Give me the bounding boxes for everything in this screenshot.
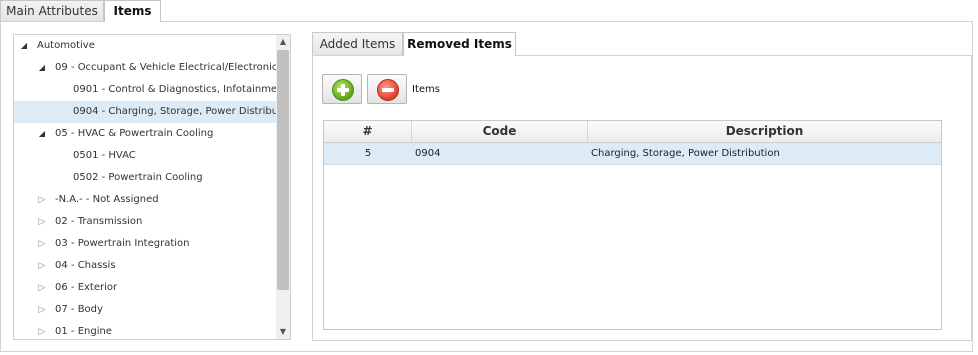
add-item-button[interactable] xyxy=(322,74,362,104)
column-header-code[interactable]: Code xyxy=(412,121,588,142)
row-number-cell: 5 xyxy=(364,148,372,159)
tree-item-label: 0502 - Powertrain Cooling xyxy=(73,172,203,183)
expanded-arrow-icon[interactable]: ◢ xyxy=(37,123,47,145)
tree-item[interactable]: ◢ 09 - Occupant & Vehicle Electrical/Elec… xyxy=(14,57,278,79)
tree-item[interactable]: 0502 - Powertrain Cooling xyxy=(14,167,276,189)
tree-item[interactable]: ▷ -N.A.- - Not Assigned xyxy=(14,189,276,211)
tree-item-label: 0901 - Control & Diagnostics, Infotainme… xyxy=(73,84,288,95)
tree-item-label: 06 - Exterior xyxy=(55,282,118,293)
tree-item[interactable]: ◢ 05 - HVAC & Powertrain Cooling xyxy=(14,123,276,145)
row-description-cell: Charging, Storage, Power Distribution xyxy=(591,148,780,159)
collapsed-arrow-icon[interactable]: ▷ xyxy=(37,321,47,339)
tab-main-attributes[interactable]: Main Attributes xyxy=(0,0,104,21)
scroll-thumb[interactable] xyxy=(277,50,289,290)
table-row[interactable]: 5 0904 Charging, Storage, Power Distribu… xyxy=(324,143,941,165)
tree-item-label: 03 - Powertrain Integration xyxy=(55,238,190,249)
scroll-down-icon[interactable]: ▼ xyxy=(276,325,290,339)
column-header-description[interactable]: Description xyxy=(588,121,941,142)
minus-circle-icon xyxy=(377,79,399,101)
collapsed-arrow-icon[interactable]: ▷ xyxy=(37,255,47,277)
scroll-up-icon[interactable]: ▲ xyxy=(276,35,290,49)
row-code-cell: 0904 xyxy=(415,148,441,159)
tree-item[interactable]: ▷ 03 - Powertrain Integration xyxy=(14,233,276,255)
tree-item-label: 07 - Body xyxy=(55,304,103,315)
tree-item-label: 09 - Occupant & Vehicle Electrical/Elect… xyxy=(55,62,278,73)
tree-item[interactable]: ▷ 02 - Transmission xyxy=(14,211,276,233)
tree-item-label: 01 - Engine xyxy=(55,326,112,337)
tab-items[interactable]: Items xyxy=(104,0,161,22)
tab-removed-items[interactable]: Removed Items xyxy=(403,32,516,56)
tree-item-label: 0501 - HVAC xyxy=(73,150,136,161)
plus-circle-icon xyxy=(332,79,354,101)
tree-item[interactable]: 0904 - Charging, Storage, Power Distribu… xyxy=(14,101,290,123)
collapsed-arrow-icon[interactable]: ▷ xyxy=(37,211,47,233)
expanded-arrow-icon[interactable]: ◢ xyxy=(19,35,29,57)
tree-item[interactable]: 0901 - Control & Diagnostics, Infotainme… xyxy=(14,79,287,101)
tree-item-label: Automotive xyxy=(37,40,95,51)
tree-scrollbar[interactable]: ▲ ▼ xyxy=(276,35,290,339)
tree-item[interactable]: ▷ 07 - Body xyxy=(14,299,276,321)
tree-item[interactable]: 0501 - HVAC xyxy=(14,145,276,167)
tree-item-label: 02 - Transmission xyxy=(55,216,143,227)
collapsed-arrow-icon[interactable]: ▷ xyxy=(37,277,47,299)
removed-items-grid[interactable]: # Code Description 5 0904 Charging, Stor… xyxy=(323,120,942,330)
tree-item[interactable]: ▷ 01 - Engine xyxy=(14,321,276,339)
collapsed-arrow-icon[interactable]: ▷ xyxy=(37,233,47,255)
tree-item-label: 0904 - Charging, Storage, Power Distribu… xyxy=(73,106,291,117)
tree-item-label: 05 - HVAC & Powertrain Cooling xyxy=(55,128,214,139)
category-tree[interactable]: ◢ Automotive ◢ 09 - Occupant & Vehicle Elec… xyxy=(13,34,291,340)
remove-item-button[interactable] xyxy=(367,74,407,104)
grid-header: # Code Description xyxy=(324,121,941,143)
expanded-arrow-icon[interactable]: ◢ xyxy=(37,57,47,79)
collapsed-arrow-icon[interactable]: ▷ xyxy=(37,299,47,321)
tree-item[interactable]: ◢ Automotive xyxy=(14,35,276,57)
tree-item-label: -N.A.- - Not Assigned xyxy=(55,194,159,205)
tab-added-items[interactable]: Added Items xyxy=(312,32,403,55)
collapsed-arrow-icon[interactable]: ▷ xyxy=(37,189,47,211)
items-label: Items xyxy=(412,84,440,95)
tree-item[interactable]: ▷ 06 - Exterior xyxy=(14,277,276,299)
tree-item-label: 04 - Chassis xyxy=(55,260,116,271)
column-header-number[interactable]: # xyxy=(324,121,412,142)
tree-item[interactable]: ▷ 04 - Chassis xyxy=(14,255,276,277)
